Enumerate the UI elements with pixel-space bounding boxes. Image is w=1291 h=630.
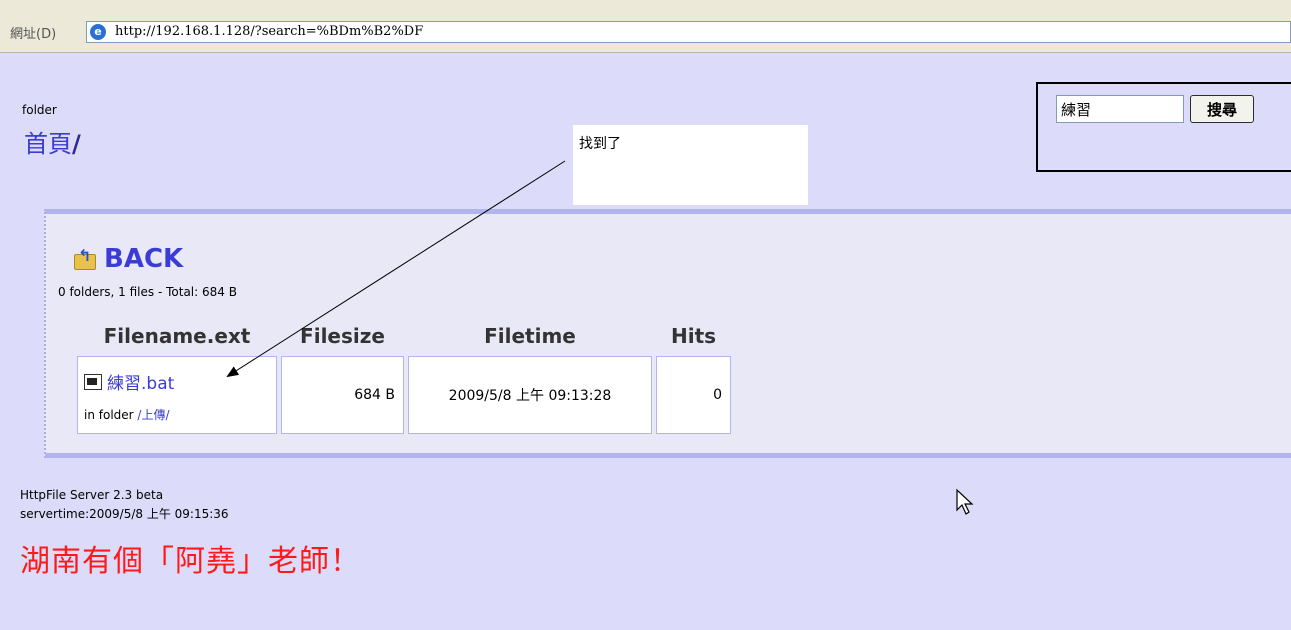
mouse-cursor-icon xyxy=(956,488,974,515)
in-folder-label: in folder xyxy=(84,408,134,422)
column-header-filename[interactable]: Filename.ext xyxy=(77,320,277,356)
search-input[interactable] xyxy=(1056,95,1184,123)
file-table: Filename.ext Filesize Filetime Hits 練習.b… xyxy=(73,320,735,434)
ie-page-icon: e xyxy=(90,24,106,40)
file-listing-panel: ↰ BACK 0 folders, 1 files - Total: 684 B… xyxy=(44,209,1291,458)
teacher-banner: 湖南有個「阿堯」老師！ xyxy=(20,544,361,579)
search-button[interactable]: 搜尋 xyxy=(1190,95,1254,123)
folder-label: folder xyxy=(22,103,57,117)
address-field[interactable]: e http://192.168.1.128/?search=%BDm%B2%D… xyxy=(86,21,1291,43)
filetime-cell: 2009/5/8 上午 09:13:28 xyxy=(408,356,652,434)
back-row: ↰ BACK xyxy=(72,244,183,274)
server-time: servertime:2009/5/8 上午 09:15:36 xyxy=(20,507,229,521)
back-folder-icon[interactable]: ↰ xyxy=(72,248,98,270)
back-link[interactable]: BACK xyxy=(104,244,183,274)
filename-cell: 練習.bat in folder /上傳/ xyxy=(77,356,277,434)
server-version: HttpFile Server 2.3 beta xyxy=(20,488,164,502)
browser-top-strip xyxy=(0,0,1291,15)
address-bar: 網址(D) e http://192.168.1.128/?search=%BD… xyxy=(0,14,1291,53)
filesize-cell: 684 B xyxy=(281,356,404,434)
in-folder-line: in folder /上傳/ xyxy=(84,406,270,423)
address-label: 網址(D) xyxy=(10,27,57,42)
hits-cell: 0 xyxy=(656,356,731,434)
table-row: 練習.bat in folder /上傳/ 684 B 2009/5/8 上午 … xyxy=(77,356,731,434)
annotation-callout: 找到了 xyxy=(573,125,808,205)
home-slash: / xyxy=(72,130,81,158)
listing-summary: 0 folders, 1 files - Total: 684 B xyxy=(58,285,237,299)
annotation-text: 找到了 xyxy=(579,136,621,152)
search-box: 搜尋 xyxy=(1036,82,1291,172)
home-link-label[interactable]: 首頁 xyxy=(24,130,72,158)
home-link[interactable]: 首頁/ xyxy=(24,124,81,159)
column-header-filetime[interactable]: Filetime xyxy=(408,320,652,356)
column-header-hits[interactable]: Hits xyxy=(656,320,731,356)
address-url[interactable]: http://192.168.1.128/?search=%BDm%B2%DF xyxy=(115,24,423,39)
folder-link[interactable]: /上傳/ xyxy=(137,408,169,422)
batch-file-icon xyxy=(84,373,102,390)
column-header-filesize[interactable]: Filesize xyxy=(281,320,404,356)
file-link[interactable]: 練習.bat xyxy=(107,369,174,394)
